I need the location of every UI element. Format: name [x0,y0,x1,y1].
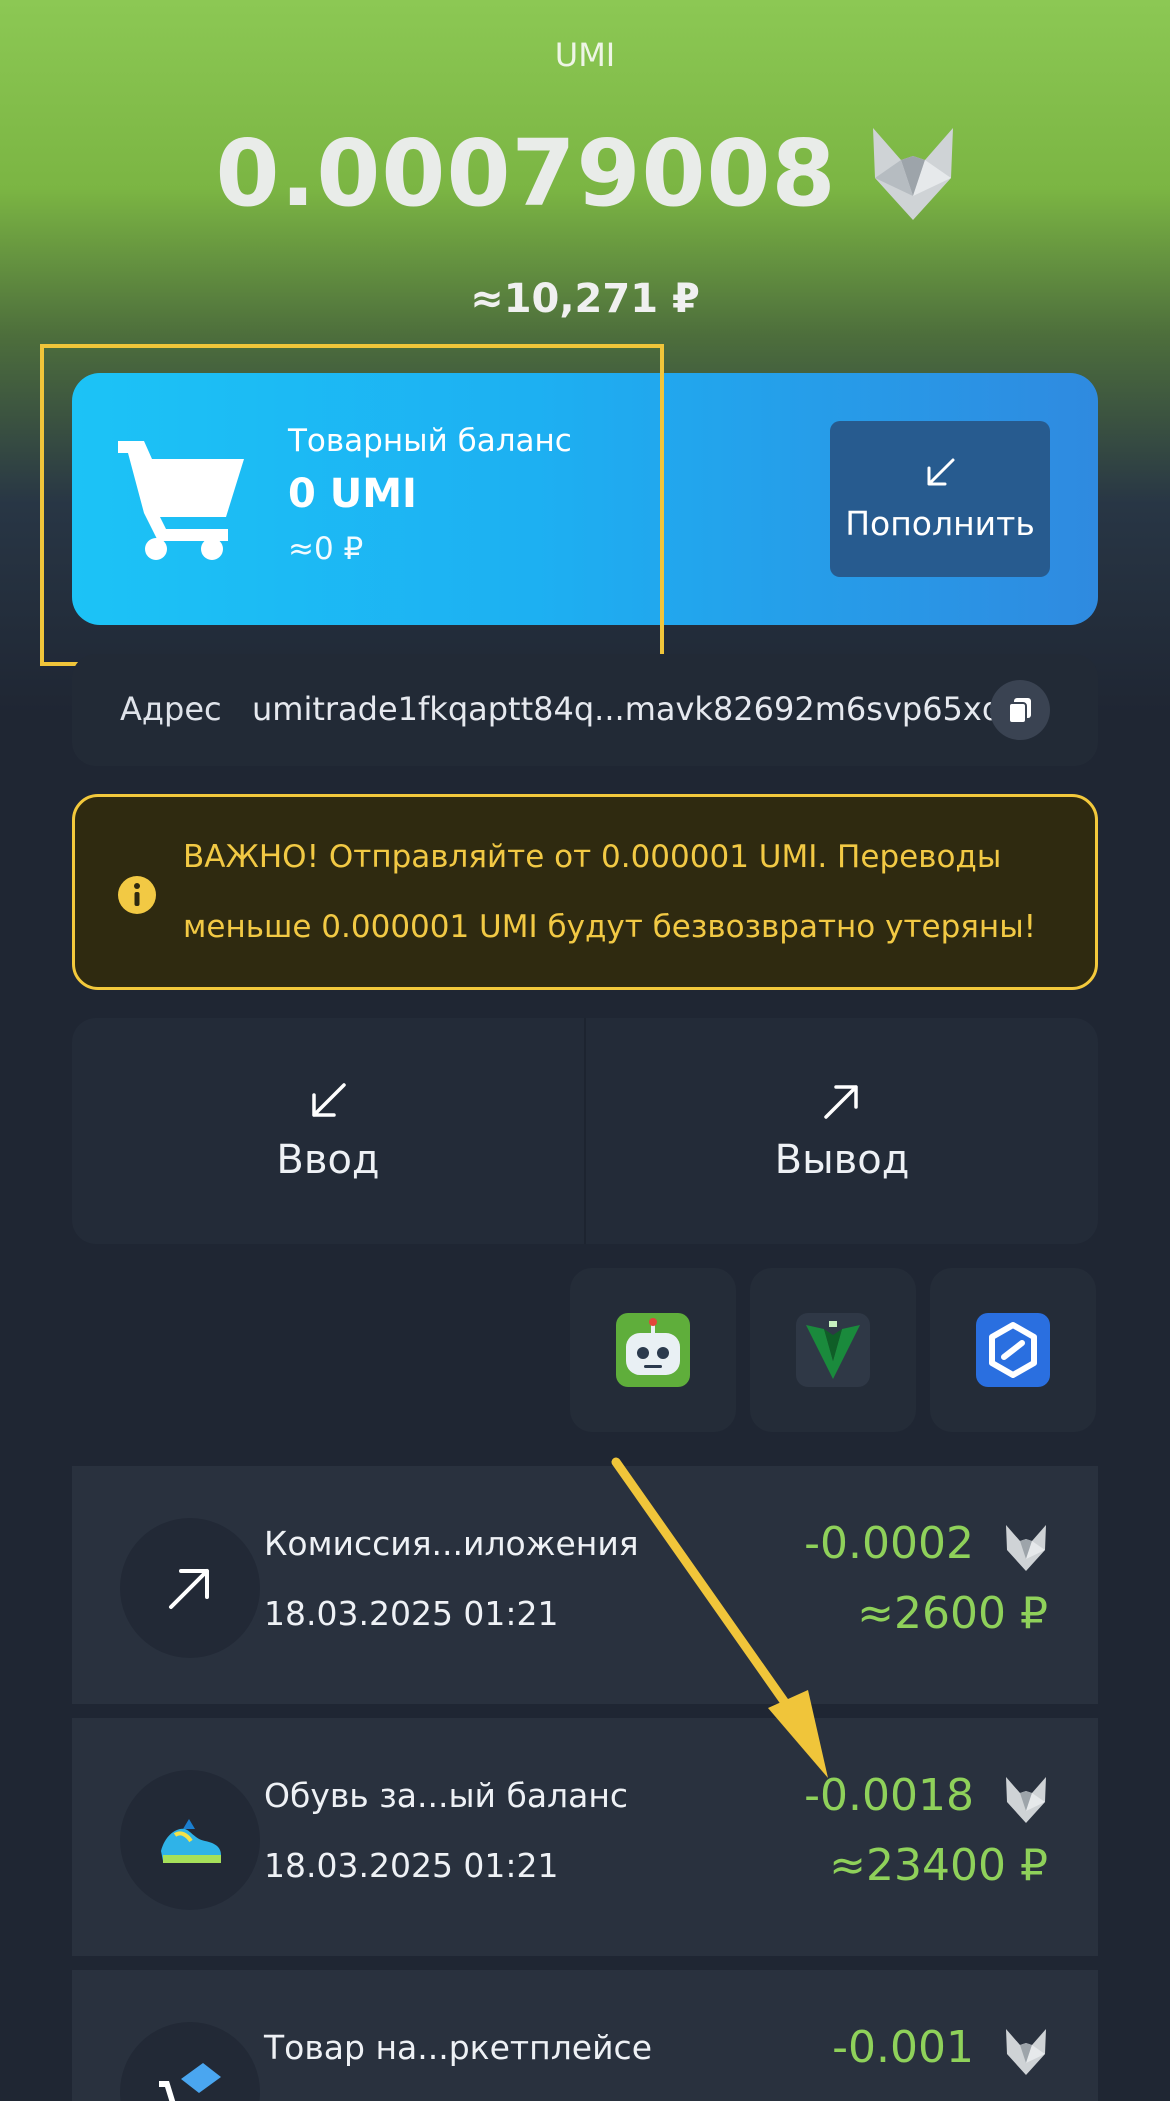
balance-amount: 0.00079008 [215,120,837,227]
coin-title: UMI [554,36,616,74]
transaction-amount: -0.0002 [804,1518,974,1569]
transaction-title: Обувь за...ый баланс [264,1776,629,1815]
transaction-title: Комиссия...иложения [264,1524,639,1563]
umi-fox-icon [1006,1777,1046,1823]
transaction-avatar [120,1518,260,1658]
withdraw-label: Вывод [774,1137,910,1183]
wallet-screen: UMI 0.00079008 ≈10,271 ₽ Товарный баланс… [0,0,1170,2101]
transaction-fiat: ≈23400 ₽ [829,1840,1048,1891]
transaction-avatar [120,1770,260,1910]
transaction-avatar [120,2022,260,2101]
info-icon [118,876,156,914]
v-logo-app-icon [796,1313,870,1387]
address-row: Адрес umitrade1fkqaptt84q...mavk82692m6s… [72,654,1098,766]
topup-label: Пополнить [845,503,1035,543]
copy-icon [1008,698,1031,724]
transaction-item[interactable]: Обувь за...ый баланс 18.03.2025 01:21 -0… [72,1718,1098,1956]
address-value[interactable]: umitrade1fkqaptt84q...mavk82692m6svp65xd [252,690,1002,728]
transaction-fiat: ≈2600 ₽ [857,1588,1048,1639]
warning-text-line-1: ВАЖНО! Отправляйте от 0.000001 UMI. Пере… [183,839,1002,875]
app-tile-robot[interactable] [570,1268,736,1432]
sneaker-icon [161,1819,221,1863]
transaction-item[interactable]: Комиссия...иложения 18.03.2025 01:21 -0.… [72,1466,1098,1704]
app-tile-hex[interactable] [930,1268,1096,1432]
transaction-item[interactable]: Товар на...ркетплейсе -0.001 [72,1970,1098,2101]
blue-hex-app-icon [976,1313,1050,1387]
highlight-annotation-box [40,344,664,666]
transaction-date: 18.03.2025 01:21 [264,1594,559,1633]
address-label: Адрес [120,690,222,728]
arrow-down-left-icon [312,1083,346,1117]
transaction-amount: -0.001 [832,2022,974,2073]
deposit-withdraw-panel: Ввод Вывод [72,1018,1098,1244]
warning-text-line-2: меньше 0.000001 UMI будут безвозвратно у… [183,909,1037,945]
deposit-label: Ввод [276,1137,380,1183]
app-tile-v-logo[interactable] [750,1268,916,1432]
transaction-date: 18.03.2025 01:21 [264,1846,559,1885]
copy-address-button[interactable] [990,680,1050,740]
umi-fox-icon [1006,1525,1046,1571]
topup-button[interactable]: Пополнить [830,421,1050,577]
robot-app-icon [616,1313,690,1387]
withdraw-button[interactable]: Вывод [584,1018,1098,1244]
deposit-button[interactable]: Ввод [72,1018,584,1244]
umi-fox-icon [872,127,953,220]
arrow-up-right-icon [824,1085,858,1119]
umi-fox-icon [1006,2029,1046,2075]
app-shortcuts [570,1268,1096,1432]
warning-banner: ВАЖНО! Отправляйте от 0.000001 UMI. Пере… [72,794,1098,990]
transaction-title: Товар на...ркетплейсе [264,2028,652,2067]
balance-fiat: ≈10,271 ₽ [470,276,700,322]
transaction-amount: -0.0018 [804,1770,974,1821]
cart-bag-icon [159,2063,221,2101]
balance-row: 0.00079008 [0,120,1170,227]
arrow-up-right-icon [169,1569,209,1609]
arrow-down-left-icon [927,458,955,485]
